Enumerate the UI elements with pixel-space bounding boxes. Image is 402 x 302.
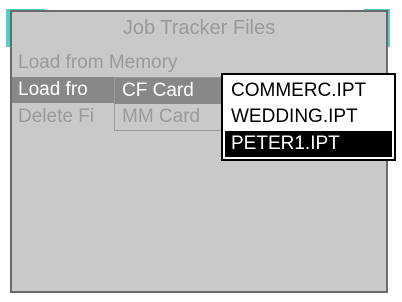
source-submenu: CF Card MM Card [114, 77, 230, 131]
window-title: Job Tracker Files [122, 17, 276, 39]
submenu-item-cf-card[interactable]: CF Card [115, 78, 229, 104]
file-item[interactable]: COMMERC.IPT [225, 78, 392, 104]
file-item-selected[interactable]: PETER1.IPT [225, 131, 392, 157]
job-tracker-screen: Job Tracker Files Load from Memory Load … [0, 0, 402, 302]
menu-item-load-from-card[interactable]: Load fro [12, 77, 115, 103]
menu-item-delete-file[interactable]: Delete Fi [12, 104, 115, 130]
file-list-menu: COMMERC.IPT WEDDING.IPT PETER1.IPT [221, 73, 396, 161]
file-item[interactable]: WEDDING.IPT [225, 104, 392, 130]
submenu-item-mm-card[interactable]: MM Card [115, 104, 229, 130]
